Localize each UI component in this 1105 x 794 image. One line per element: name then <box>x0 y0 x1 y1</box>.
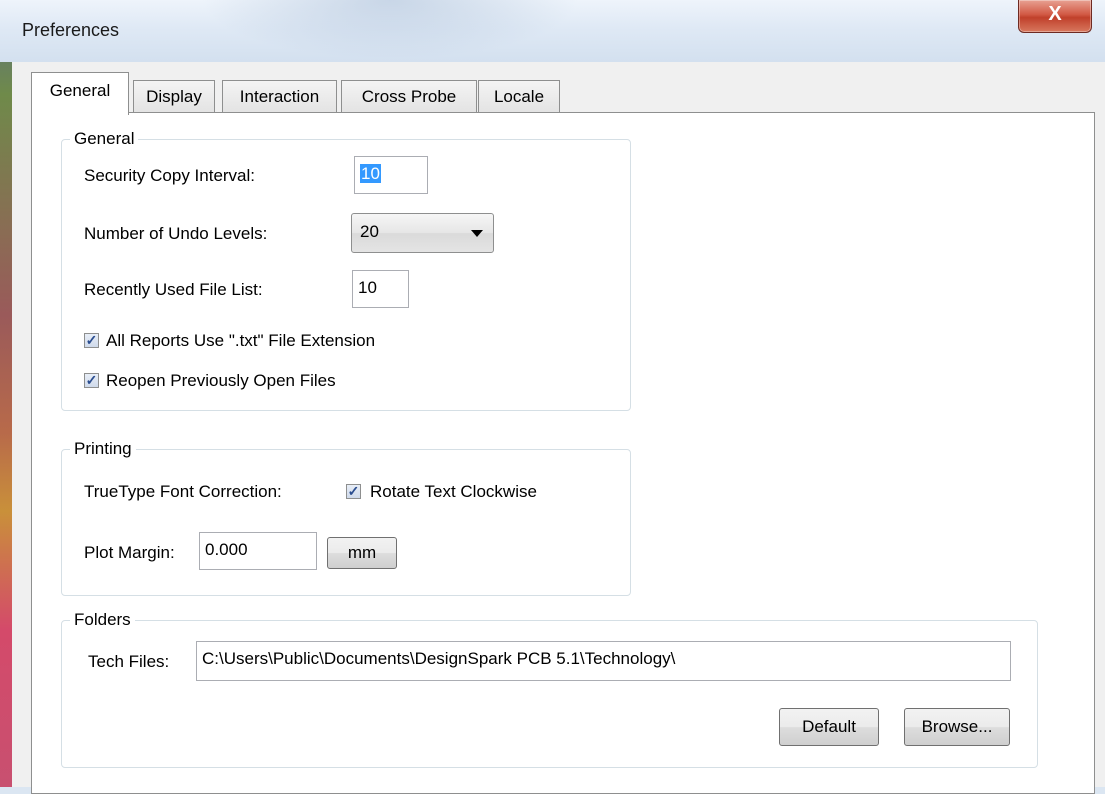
security-copy-interval-input[interactable]: 10 <box>354 156 428 194</box>
window-title: Preferences <box>22 20 120 40</box>
plot-margin-input[interactable]: 0.000 <box>199 532 317 570</box>
printing-group-title: Printing <box>70 439 136 459</box>
tab-general[interactable]: General <box>31 72 129 115</box>
tech-files-label: Tech Files: <box>88 652 170 671</box>
tech-files-value: C:\Users\Public\Documents\DesignSpark PC… <box>202 649 676 668</box>
general-group-title: General <box>70 129 139 149</box>
truetype-label: TrueType Font Correction: <box>84 482 282 501</box>
security-copy-interval-label: Security Copy Interval: <box>84 166 256 185</box>
txt-extension-label: All Reports Use ".txt" File Extension <box>106 331 376 350</box>
reopen-files-checkbox[interactable]: ✓ <box>84 373 99 388</box>
undo-levels-value: 20 <box>360 222 379 241</box>
folders-group-title: Folders <box>70 610 135 630</box>
title-bar-glow <box>200 0 580 60</box>
recent-files-value: 10 <box>358 278 377 297</box>
rotate-text-label: Rotate Text Clockwise <box>370 482 537 501</box>
desktop-background <box>0 0 12 787</box>
txt-extension-checkbox[interactable]: ✓ <box>84 333 99 348</box>
browse-button[interactable]: Browse... <box>904 708 1010 746</box>
recent-files-label: Recently Used File List: <box>84 280 263 299</box>
security-copy-interval-value: 10 <box>360 164 381 183</box>
tab-interaction[interactable]: Interaction <box>222 80 337 113</box>
rotate-text-checkbox[interactable]: ✓ <box>346 484 361 499</box>
chevron-down-icon <box>471 230 483 237</box>
plot-margin-label: Plot Margin: <box>84 543 175 562</box>
printing-group <box>61 449 631 596</box>
title-bar[interactable]: Preferences X <box>0 0 1105 62</box>
default-button[interactable]: Default <box>779 708 879 746</box>
units-button[interactable]: mm <box>327 537 397 569</box>
tab-display[interactable]: Display <box>133 80 215 113</box>
tech-files-input[interactable]: C:\Users\Public\Documents\DesignSpark PC… <box>196 641 1011 681</box>
reopen-files-label: Reopen Previously Open Files <box>106 371 336 390</box>
undo-levels-label: Number of Undo Levels: <box>84 224 268 243</box>
tab-locale[interactable]: Locale <box>478 80 560 113</box>
tab-cross-probe[interactable]: Cross Probe <box>341 80 477 113</box>
undo-levels-dropdown[interactable]: 20 <box>351 213 494 253</box>
plot-margin-value: 0.000 <box>205 540 248 559</box>
close-button[interactable]: X <box>1018 0 1092 33</box>
recent-files-input[interactable]: 10 <box>352 270 409 308</box>
